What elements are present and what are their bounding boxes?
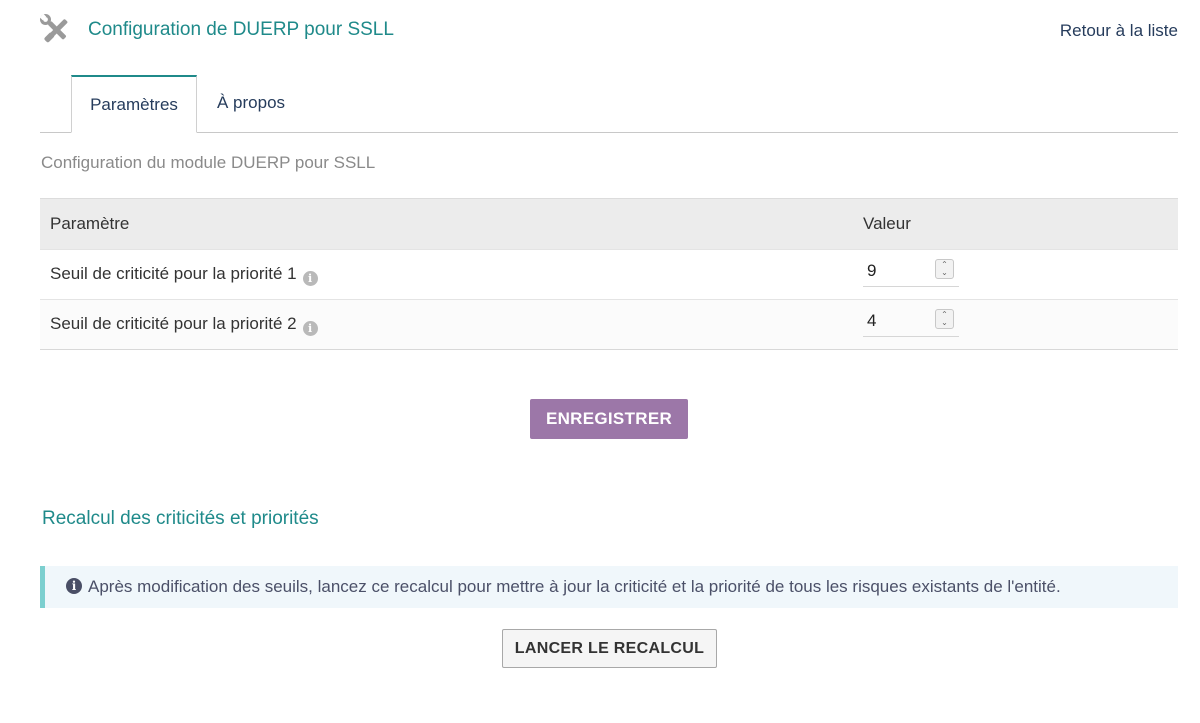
tab-a-propos[interactable]: À propos <box>200 75 302 133</box>
recalc-info-box: i Après modification des seuils, lancez … <box>40 566 1178 608</box>
back-to-list-link[interactable]: Retour à la liste <box>1060 21 1178 41</box>
param-label: Seuil de criticité pour la priorité 2 <box>50 313 297 333</box>
priority-1-threshold-field: ⌃⌄ <box>863 257 959 287</box>
priority-1-threshold-input[interactable] <box>867 260 927 282</box>
table-header-row: Paramètre Valeur <box>40 198 1178 250</box>
section-subtitle: Configuration du module DUERP pour SSLL <box>41 153 376 172</box>
priority-2-threshold-input[interactable] <box>867 310 927 332</box>
info-circle-icon: i <box>66 578 82 594</box>
table-row: Seuil de criticité pour la priorité 2 i ⌃… <box>40 299 1178 350</box>
page-header: Configuration de DUERP pour SSLL Retour … <box>40 14 1178 48</box>
column-header-valeur: Valeur <box>853 198 1178 250</box>
column-header-parametre: Paramètre <box>40 198 853 250</box>
number-spinner-icon[interactable]: ⌃ ⌄ <box>935 309 954 329</box>
save-button[interactable]: ENREGISTRER <box>530 399 688 439</box>
tools-icon <box>40 14 68 43</box>
info-icon[interactable]: i <box>302 270 318 286</box>
page-title: Configuration de DUERP pour SSLL <box>88 19 394 40</box>
param-label-cell: Seuil de criticité pour la priorité 1 i <box>40 249 853 300</box>
param-value-cell: ⌃⌄ <box>853 249 1178 300</box>
recalc-section-title: Recalcul des criticités et priorités <box>42 508 319 529</box>
recalc-info-text: Après modification des seuils, lancez ce… <box>88 577 1061 596</box>
param-value-cell: ⌃⌄ <box>853 299 1178 350</box>
table-row: Seuil de criticité pour la priorité 1 i ⌃… <box>40 249 1178 300</box>
tab-parametres[interactable]: Paramètres <box>71 75 197 133</box>
run-recalc-button[interactable]: LANCER LE RECALCUL <box>502 629 717 668</box>
parameters-table: Paramètre Valeur Seuil de criticité pour… <box>40 198 1178 350</box>
tab-bar: Paramètres À propos <box>40 75 1178 133</box>
number-spinner-icon[interactable]: ⌃ ⌄ <box>935 259 954 279</box>
info-icon[interactable]: i <box>302 320 318 336</box>
param-label-cell: Seuil de criticité pour la priorité 2 i <box>40 299 853 350</box>
priority-2-threshold-field: ⌃⌄ <box>863 307 959 337</box>
param-label: Seuil de criticité pour la priorité 1 <box>50 263 297 283</box>
